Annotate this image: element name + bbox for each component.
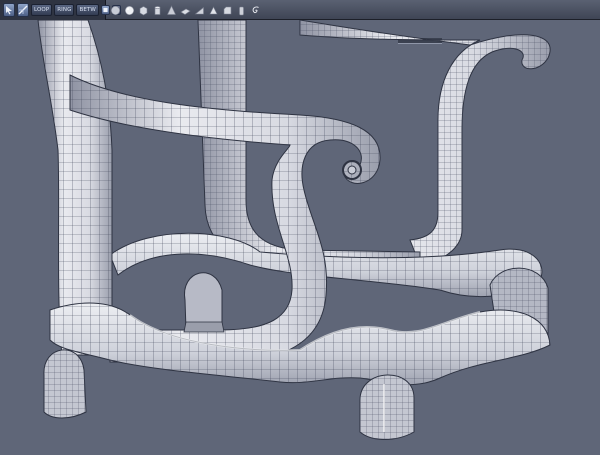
- select-arrow-icon[interactable]: [3, 3, 15, 17]
- back-right-scroll: [299, 20, 551, 266]
- spiral-icon[interactable]: [249, 3, 261, 17]
- box-icon[interactable]: [137, 3, 149, 17]
- select-edge-icon[interactable]: [17, 3, 29, 17]
- cylinder-icon[interactable]: [235, 3, 247, 17]
- front-left-foot: [43, 349, 87, 419]
- between-button[interactable]: BETW: [76, 4, 99, 16]
- bevel-icon[interactable]: [221, 3, 233, 17]
- top-toolbar: LOOP RING BETW: [0, 0, 600, 20]
- cone-icon[interactable]: [165, 3, 177, 17]
- wireframe-model: [37, 20, 551, 440]
- selection-tool-group: LOOP RING BETW: [0, 0, 121, 20]
- prism-icon[interactable]: [207, 3, 219, 17]
- cylinder-icon[interactable]: [151, 3, 163, 17]
- sphere-icon[interactable]: [109, 3, 121, 17]
- loop-button[interactable]: LOOP: [31, 4, 53, 16]
- front-right-foot: [359, 374, 415, 440]
- ring-button[interactable]: RING: [54, 4, 75, 16]
- plane-icon[interactable]: [179, 3, 191, 17]
- wedge-icon[interactable]: [193, 3, 205, 17]
- modeling-app: LOOP RING BETW: [0, 0, 600, 455]
- 3d-viewport[interactable]: [0, 20, 600, 455]
- back-inner-foot: [183, 321, 225, 333]
- sphere-icon[interactable]: [123, 3, 135, 17]
- shape-tool-group: [106, 0, 264, 20]
